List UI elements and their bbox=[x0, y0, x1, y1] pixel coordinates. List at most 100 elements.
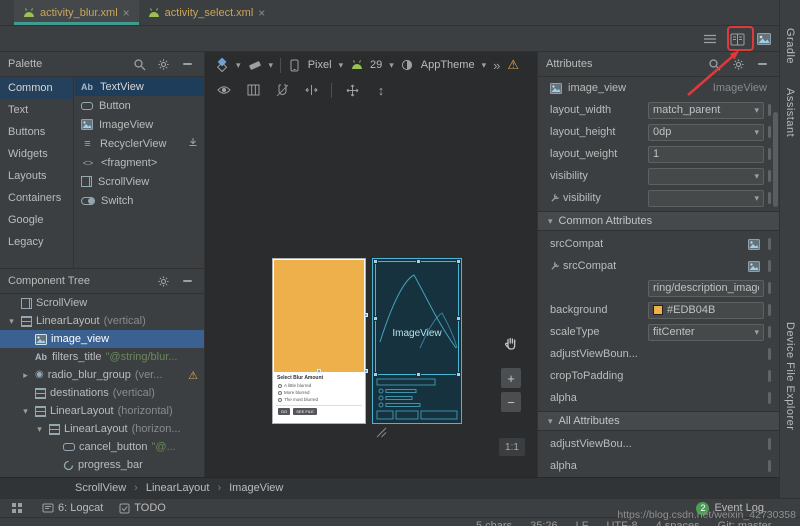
selection-handle[interactable] bbox=[456, 372, 461, 377]
palette-item-switch[interactable]: Switch bbox=[75, 191, 204, 210]
minimize-icon[interactable] bbox=[178, 55, 196, 73]
todo-toolwindow-button[interactable]: TODO bbox=[119, 502, 166, 514]
zoom-out-button[interactable]: − bbox=[501, 392, 521, 412]
tree-collapsed-icon[interactable]: ▸ bbox=[20, 370, 31, 381]
search-icon[interactable] bbox=[705, 55, 723, 73]
logcat-toolwindow-button[interactable]: 6: Logcat bbox=[42, 502, 103, 514]
attr-flag[interactable] bbox=[768, 126, 771, 138]
toolbar-overflow-chevrons[interactable]: » bbox=[493, 58, 500, 73]
palette-category-google[interactable]: Google bbox=[0, 209, 73, 231]
palette-item-imageview[interactable]: ImageView bbox=[75, 115, 204, 134]
palette-category-widgets[interactable]: Widgets bbox=[0, 143, 73, 165]
tree-expanded-icon[interactable]: ▾ bbox=[34, 424, 45, 435]
tree-item-cancel-button[interactable]: cancel_button "@... bbox=[0, 438, 204, 456]
margins-icon[interactable] bbox=[302, 81, 320, 99]
attr-flag[interactable] bbox=[768, 148, 771, 160]
layout-weight-input[interactable]: 1 bbox=[648, 145, 764, 163]
selection-handle[interactable] bbox=[373, 259, 378, 264]
background-input[interactable]: #EDB04B bbox=[648, 301, 764, 319]
pan-move-icon[interactable] bbox=[343, 81, 361, 99]
palette-category-common[interactable]: Common bbox=[0, 77, 73, 99]
attr-flag[interactable] bbox=[768, 370, 771, 382]
warnings-indicator-icon[interactable]: ⚠ bbox=[507, 57, 519, 73]
layout-guides-icon[interactable] bbox=[244, 81, 262, 99]
selection-handle[interactable] bbox=[416, 372, 421, 377]
magnet-off-icon[interactable] bbox=[273, 81, 291, 99]
palette-category-text[interactable]: Text bbox=[0, 99, 73, 121]
layout-width-dropdown[interactable]: match_parent ▾ bbox=[648, 101, 764, 119]
palette-item-fragment[interactable]: <> <fragment> bbox=[75, 153, 204, 172]
attr-flag[interactable] bbox=[768, 282, 771, 294]
palette-item-scrollview[interactable]: ScrollView bbox=[75, 172, 204, 191]
image-preview-icon[interactable] bbox=[753, 29, 775, 49]
image-view-design[interactable] bbox=[274, 260, 364, 372]
gear-icon[interactable] bbox=[154, 55, 172, 73]
layout-height-dropdown[interactable]: 0dp ▾ bbox=[648, 123, 764, 141]
attr-flag[interactable] bbox=[768, 192, 771, 204]
palette-category-containers[interactable]: Containers bbox=[0, 187, 73, 209]
attr-flag[interactable] bbox=[768, 326, 771, 338]
selection-handle[interactable] bbox=[416, 259, 421, 264]
device-selector[interactable]: Pixel bbox=[308, 59, 332, 71]
breadcrumb-imageview[interactable]: ImageView bbox=[229, 482, 283, 494]
canvas-resize-handle[interactable] bbox=[375, 426, 387, 438]
tree-expanded-icon[interactable]: ▾ bbox=[20, 406, 31, 417]
search-icon[interactable] bbox=[130, 55, 148, 73]
attr-flag[interactable] bbox=[768, 238, 771, 250]
attr-flag[interactable] bbox=[768, 260, 771, 272]
tree-expanded-icon[interactable]: ▾ bbox=[6, 316, 17, 327]
palette-category-layouts[interactable]: Layouts bbox=[0, 165, 73, 187]
tools-visibility-dropdown[interactable]: ▾ bbox=[648, 189, 764, 207]
minimize-icon[interactable] bbox=[753, 55, 771, 73]
palette-category-legacy[interactable]: Legacy bbox=[0, 231, 73, 253]
section-all-attributes[interactable]: ▾ All Attributes bbox=[538, 411, 779, 431]
attr-flag[interactable] bbox=[768, 438, 771, 450]
image-view-blueprint[interactable]: ImageView bbox=[373, 259, 461, 377]
list-view-icon[interactable] bbox=[699, 29, 721, 49]
color-swatch[interactable] bbox=[653, 305, 663, 315]
tools-srccompat-picker[interactable] bbox=[648, 258, 764, 275]
line-ending[interactable]: LF bbox=[576, 519, 589, 526]
tree-item-linearlayout-horizontal[interactable]: ▾ LinearLayout (horizontal) bbox=[0, 402, 204, 420]
selection-handle[interactable] bbox=[364, 369, 368, 373]
palette-item-recyclerview[interactable]: ≡ RecyclerView bbox=[75, 134, 204, 153]
breadcrumb-scrollview[interactable]: ScrollView bbox=[75, 482, 126, 494]
visibility-dropdown[interactable]: ▾ bbox=[648, 167, 764, 185]
gear-icon[interactable] bbox=[729, 55, 747, 73]
toolwindow-switcher-icon[interactable] bbox=[8, 499, 26, 517]
tree-item-progress-bar[interactable]: progress_bar bbox=[0, 456, 204, 474]
attr-flag[interactable] bbox=[768, 460, 771, 472]
pan-hand-icon[interactable] bbox=[499, 331, 523, 355]
tree-item-linearlayout-vertical[interactable]: ▾ LinearLayout (vertical) bbox=[0, 312, 204, 330]
content-description-input[interactable]: ring/description_image bbox=[648, 279, 764, 297]
attr-flag[interactable] bbox=[768, 104, 771, 116]
tab-activity-select[interactable]: activity_select.xml × bbox=[139, 0, 275, 25]
attr-flag[interactable] bbox=[768, 304, 771, 316]
close-icon[interactable]: × bbox=[123, 7, 130, 19]
palette-item-button[interactable]: Button bbox=[75, 96, 204, 115]
eraser-icon[interactable] bbox=[248, 56, 262, 74]
tree-item-radio-blur-group[interactable]: ▸ ◉ radio_blur_group (ver... ⚠ bbox=[0, 366, 204, 384]
tree-item-image-view[interactable]: image_view bbox=[0, 330, 204, 348]
design-preview[interactable]: Select Blur Amount A little blurred More… bbox=[272, 258, 368, 424]
dock-tab-device-file-explorer[interactable]: Device File Explorer bbox=[784, 322, 796, 430]
palette-item-textview[interactable]: Ab TextView bbox=[75, 77, 204, 96]
tab-activity-blur[interactable]: activity_blur.xml × bbox=[14, 0, 139, 25]
selection-handle[interactable] bbox=[317, 369, 321, 373]
view-options-eye-icon[interactable] bbox=[215, 81, 233, 99]
srccompat-picker[interactable] bbox=[648, 236, 764, 253]
design-view-icon[interactable] bbox=[726, 29, 748, 49]
gear-icon[interactable] bbox=[154, 272, 172, 290]
zoom-reset-button[interactable]: 1:1 bbox=[499, 438, 525, 456]
scrollbar-thumb[interactable] bbox=[773, 112, 778, 207]
tree-item-scrollview[interactable]: ScrollView bbox=[0, 294, 204, 312]
tree-item-linearlayout-inner[interactable]: ▾ LinearLayout (horizon... bbox=[0, 420, 204, 438]
vertical-resize-icon[interactable]: ↕ bbox=[372, 81, 390, 99]
scaletype-dropdown[interactable]: fitCenter ▾ bbox=[648, 323, 764, 341]
blueprint-preview[interactable]: ImageView bbox=[372, 258, 462, 424]
attr-flag[interactable] bbox=[768, 392, 771, 404]
download-icon[interactable] bbox=[188, 137, 198, 150]
selection-handle[interactable] bbox=[456, 316, 461, 321]
section-common-attributes[interactable]: ▾ Common Attributes bbox=[538, 211, 779, 231]
dock-tab-gradle[interactable]: Gradle bbox=[784, 28, 796, 64]
